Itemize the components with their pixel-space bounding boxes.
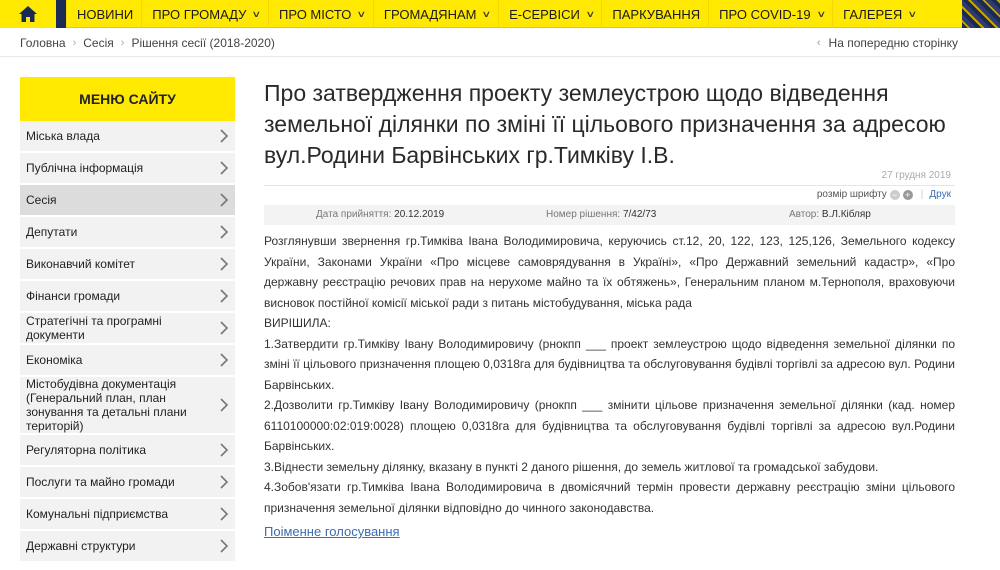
breadcrumb-home[interactable]: Головна <box>20 36 66 50</box>
page-title: Про затвердження проекту землеустрою щод… <box>264 80 946 168</box>
top-navigation: НОВИНИ ПРО ГРОМАДУ ∨ ПРО МІСТО ∨ ГРОМАДЯНА… <box>0 0 1000 28</box>
sidebar-item[interactable]: Депутати <box>20 217 235 249</box>
sidebar-item[interactable]: Містобудівна документація (Генеральний п… <box>20 377 235 435</box>
chevron-right-icon <box>220 475 229 489</box>
chevron-left-icon: ‹ <box>816 37 821 49</box>
chevron-down-icon: ∨ <box>585 8 596 19</box>
sidebar-item[interactable]: Державні структури <box>20 531 235 563</box>
sidebar-item-label: Депутати <box>26 225 78 239</box>
font-increase-icon[interactable]: + <box>902 189 913 200</box>
sidebar-item-label: Стратегічні та програмні документи <box>26 314 162 342</box>
nav-item-news[interactable]: НОВИНИ <box>66 0 141 28</box>
paragraph: 1.Затвердити гр.Тимківу Івану Володимиро… <box>264 336 955 392</box>
nav-item-covid[interactable]: ПРО COVID-19 ∨ <box>708 0 832 28</box>
font-size-label: розмір шрифту <box>816 189 887 200</box>
breadcrumb-session[interactable]: Сесія <box>83 36 114 50</box>
chevron-right-icon <box>220 398 229 412</box>
chevron-right-icon <box>220 289 229 303</box>
sidebar-item-label: Регуляторна політика <box>26 443 147 457</box>
breadcrumb-current: Рішення сесії (2018-2020) <box>131 36 275 50</box>
sidebar-item-label: Державні структури <box>26 539 136 553</box>
roll-call-vote-link[interactable]: Поіменне голосування <box>264 524 400 539</box>
chevron-right-icon <box>220 353 229 367</box>
sidebar-item[interactable]: Сесія <box>20 185 235 217</box>
nav-item-gallery[interactable]: ГАЛЕРЕЯ ∨ <box>832 0 924 28</box>
article: Про затвердження проекту землеустрою щод… <box>264 78 955 539</box>
breadcrumb: Головна › Сесія › Рішення сесії (2018-20… <box>20 36 275 50</box>
sidebar-item[interactable]: Регуляторна політика <box>20 435 235 467</box>
nav-item-citizens[interactable]: ГРОМАДЯНАМ ∨ <box>372 0 498 28</box>
chevron-right-icon <box>220 225 229 239</box>
nav-menu: НОВИНИ ПРО ГРОМАДУ ∨ ПРО МІСТО ∨ ГРОМАДЯНА… <box>66 0 924 28</box>
paragraph: 2.Дозволити гр.Тимківу Івану Володимиров… <box>264 398 955 453</box>
sidebar-item[interactable]: Міська влада <box>20 121 235 153</box>
sidebar-item[interactable]: Виконавчий комітет <box>20 249 235 281</box>
sidebar-item-label: Сесія <box>26 193 57 207</box>
chevron-down-icon: ∨ <box>251 8 262 19</box>
home-icon <box>19 6 37 22</box>
chevron-down-icon: ∨ <box>356 8 367 19</box>
breadcrumb-bar: Головна › Сесія › Рішення сесії (2018-20… <box>0 29 1000 57</box>
paragraph: ВИРІШИЛА: <box>264 316 331 330</box>
sidebar-item[interactable]: Комунальні підприємства <box>20 499 235 531</box>
chevron-down-icon: ∨ <box>907 8 918 19</box>
publish-date: 27 грудня 2019 <box>881 170 951 181</box>
chevron-right-icon <box>220 161 229 175</box>
chevron-right-icon <box>220 321 229 335</box>
sidebar-item-label: Публічна інформація <box>26 161 144 175</box>
paragraph: Розглянувши звернення гр.Тимківа Івана В… <box>264 234 955 310</box>
sidebar-item[interactable]: Фінанси громади <box>20 281 235 313</box>
sidebar-menu: Міська влада Публічна інформація Сесія Депу… <box>20 121 235 563</box>
chevron-right-icon <box>220 507 229 521</box>
nav-ornament <box>962 0 1000 28</box>
print-link[interactable]: Друк <box>929 189 951 200</box>
nav-decoration <box>56 0 66 28</box>
nav-item-e-services[interactable]: Е-СЕРВІСИ ∨ <box>498 0 601 28</box>
chevron-right-icon: › <box>120 37 125 49</box>
sidebar-item-label: Міська влада <box>26 129 100 143</box>
decision-meta: Дата прийняття: 20.12.2019 Номер рішення… <box>264 205 955 225</box>
chevron-down-icon: ∨ <box>481 8 492 19</box>
sidebar-item-label: Економіка <box>26 353 83 367</box>
meta-adopted: Дата прийняття: 20.12.2019 <box>316 209 445 220</box>
chevron-right-icon <box>220 193 229 207</box>
sidebar-item-label: Фінанси громади <box>26 289 121 303</box>
nav-item-parking[interactable]: ПАРКУВАННЯ <box>601 0 708 28</box>
sidebar-item[interactable]: Стратегічні та програмні документи <box>20 313 235 345</box>
chevron-right-icon: › <box>72 37 77 49</box>
font-decrease-icon[interactable]: − <box>889 189 900 200</box>
article-body: Розглянувши звернення гр.Тимківа Івана В… <box>264 231 955 518</box>
chevron-right-icon <box>220 539 229 553</box>
meta-number: Номер рішення: 7/42/73 <box>546 209 657 220</box>
sidebar-item[interactable]: Публічна інформація <box>20 153 235 185</box>
back-link[interactable]: ‹ На попередню сторінку <box>817 36 958 50</box>
sidebar-item-label: Містобудівна документація (Генеральний п… <box>26 377 187 433</box>
chevron-right-icon <box>220 443 229 457</box>
nav-item-city[interactable]: ПРО МІСТО ∨ <box>267 0 373 28</box>
chevron-right-icon <box>220 257 229 271</box>
meta-author: Автор: В.Л.Кібляр <box>789 209 871 220</box>
sidebar-item-label: Виконавчий комітет <box>26 257 136 271</box>
paragraph: 3.Віднести земельну ділянку, вказану в п… <box>264 459 879 474</box>
article-tools: розмір шрифту − + | Друк <box>264 185 955 203</box>
paragraph: 4.Зобов'язати гр.Тимківа Івана Володимир… <box>264 480 955 515</box>
nav-item-community[interactable]: ПРО ГРОМАДУ ∨ <box>141 0 268 28</box>
sidebar-title: МЕНЮ САЙТУ <box>20 77 235 121</box>
home-button[interactable] <box>0 0 56 28</box>
sidebar-item-label: Послуги та майно громади <box>26 475 175 489</box>
sidebar-item-label: Комунальні підприємства <box>26 507 169 521</box>
chevron-right-icon <box>220 129 229 143</box>
divider: | <box>920 189 924 200</box>
sidebar: МЕНЮ САЙТУ Міська влада Публічна інформац… <box>20 77 235 563</box>
sidebar-item[interactable]: Послуги та майно громади <box>20 467 235 499</box>
chevron-down-icon: ∨ <box>815 8 826 19</box>
sidebar-item[interactable]: Економіка <box>20 345 235 377</box>
back-link-label: На попередню сторінку <box>828 36 958 50</box>
